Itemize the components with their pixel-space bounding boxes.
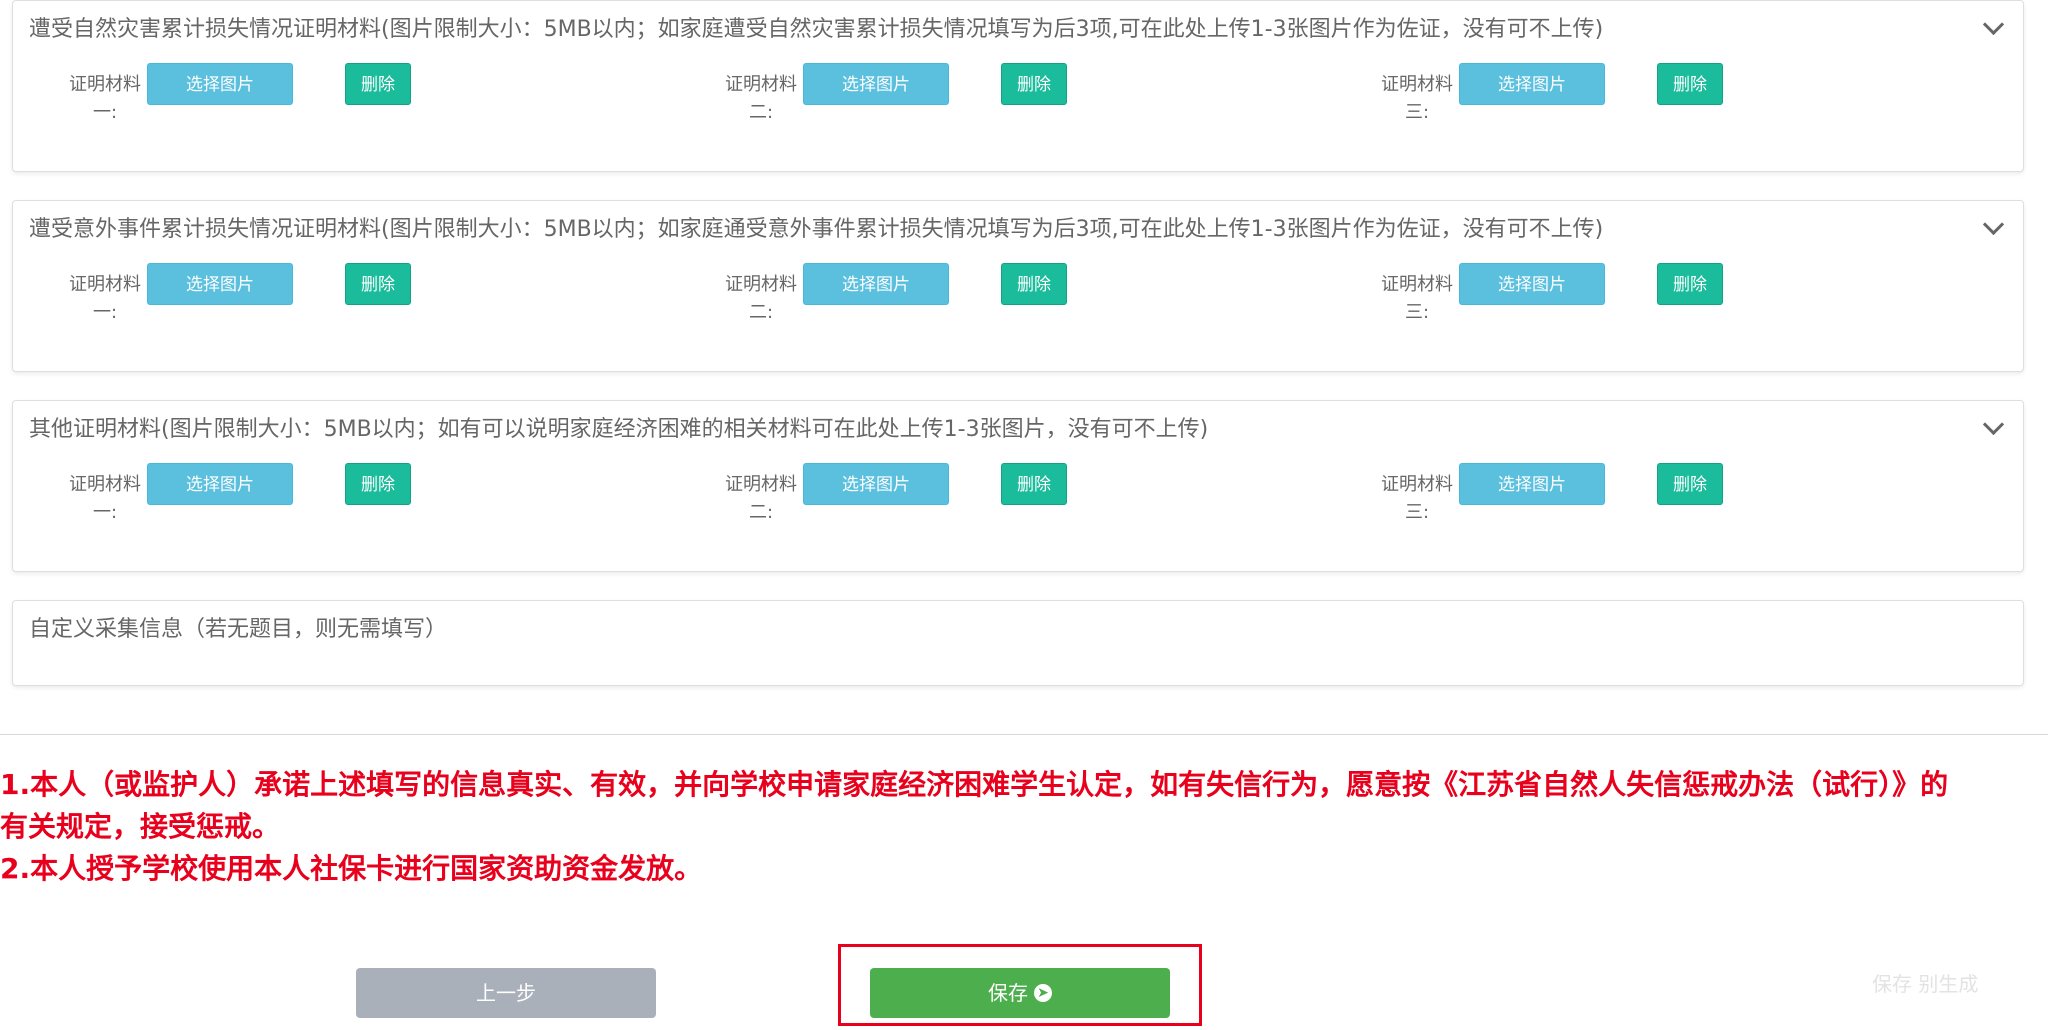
delete-button[interactable]: 删除: [1001, 63, 1067, 105]
arrow-right-circle-icon: ➤: [1034, 983, 1052, 1002]
watermark: 保存 别生成: [1872, 972, 1979, 996]
section-natural-disaster: 遭受自然灾害累计损失情况证明材料(图片限制大小：5MB以内；如家庭遭受自然灾害累…: [12, 0, 2024, 172]
notice-line-2: 有关规定，接受惩戒。: [0, 810, 281, 843]
select-image-button[interactable]: 选择图片: [1459, 63, 1605, 105]
upload-label: 证明材料三:: [1381, 74, 1453, 123]
upload-group-3: 证明材料三: 选择图片 删除: [1377, 261, 1817, 323]
upload-label: 证明材料二:: [725, 474, 797, 523]
delete-button[interactable]: 删除: [1001, 463, 1067, 505]
select-image-button[interactable]: 选择图片: [147, 463, 293, 505]
select-image-button[interactable]: 选择图片: [803, 463, 949, 505]
section-other: 其他证明材料(图片限制大小：5MB以内；如有可以说明家庭经济困难的相关材料可在此…: [12, 400, 2024, 572]
upload-label: 证明材料一:: [69, 474, 141, 523]
upload-label: 证明材料三:: [1381, 274, 1453, 323]
delete-button[interactable]: 删除: [345, 263, 411, 305]
upload-group-3: 证明材料三: 选择图片 删除: [1377, 61, 1817, 123]
upload-label: 证明材料二:: [725, 274, 797, 323]
delete-button[interactable]: 删除: [345, 463, 411, 505]
chevron-down-icon[interactable]: [1982, 413, 2005, 436]
delete-button[interactable]: 删除: [345, 63, 411, 105]
upload-label: 证明材料三:: [1381, 474, 1453, 523]
upload-group-2: 证明材料二: 选择图片 删除: [721, 461, 1161, 523]
upload-group-3: 证明材料三: 选择图片 删除: [1377, 461, 1817, 523]
upload-label: 证明材料一:: [69, 74, 141, 123]
delete-button[interactable]: 删除: [1657, 463, 1723, 505]
select-image-button[interactable]: 选择图片: [147, 63, 293, 105]
select-image-button[interactable]: 选择图片: [803, 63, 949, 105]
divider: [0, 734, 2048, 735]
upload-group-1: 证明材料一: 选择图片 删除: [65, 61, 505, 123]
delete-button[interactable]: 删除: [1657, 63, 1723, 105]
select-image-button[interactable]: 选择图片: [803, 263, 949, 305]
select-image-button[interactable]: 选择图片: [1459, 263, 1605, 305]
previous-step-label: 上一步: [476, 981, 536, 1005]
delete-button[interactable]: 删除: [1001, 263, 1067, 305]
section-title: 自定义采集信息（若无题目，则无需填写）: [29, 617, 448, 642]
section-title: 遭受自然灾害累计损失情况证明材料(图片限制大小：5MB以内；如家庭遭受自然灾害累…: [29, 17, 1604, 42]
upload-group-1: 证明材料一: 选择图片 删除: [65, 461, 505, 523]
notice-line-1: 1.本人（或监护人）承诺上述填写的信息真实、有效，并向学校申请家庭经济困难学生认…: [0, 768, 1949, 801]
save-button[interactable]: 保存 ➤: [870, 968, 1170, 1018]
upload-label: 证明材料一:: [69, 274, 141, 323]
delete-button[interactable]: 删除: [1657, 263, 1723, 305]
notice-line-3: 2.本人授予学校使用本人社保卡进行国家资助资金发放。: [0, 852, 703, 885]
section-accident: 遭受意外事件累计损失情况证明材料(图片限制大小：5MB以内；如家庭通受意外事件累…: [12, 200, 2024, 372]
chevron-down-icon[interactable]: [1982, 213, 2005, 236]
chevron-down-icon[interactable]: [1982, 13, 2005, 36]
section-title: 其他证明材料(图片限制大小：5MB以内；如有可以说明家庭经济困难的相关材料可在此…: [29, 417, 1209, 442]
upload-group-2: 证明材料二: 选择图片 删除: [721, 261, 1161, 323]
upload-group-1: 证明材料一: 选择图片 删除: [65, 261, 505, 323]
upload-group-2: 证明材料二: 选择图片 删除: [721, 61, 1161, 123]
previous-step-button[interactable]: 上一步: [356, 968, 656, 1018]
select-image-button[interactable]: 选择图片: [147, 263, 293, 305]
select-image-button[interactable]: 选择图片: [1459, 463, 1605, 505]
upload-label: 证明材料二:: [725, 74, 797, 123]
section-custom-info: 自定义采集信息（若无题目，则无需填写）: [12, 600, 2024, 686]
save-label: 保存: [988, 981, 1028, 1005]
section-title: 遭受意外事件累计损失情况证明材料(图片限制大小：5MB以内；如家庭通受意外事件累…: [29, 217, 1604, 242]
